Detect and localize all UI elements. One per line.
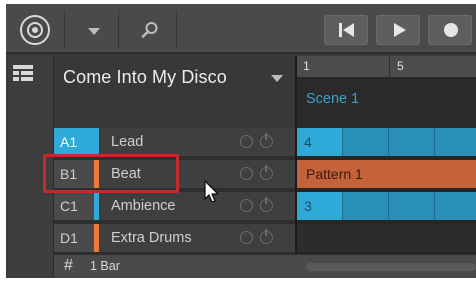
pattern-label: Pattern 1 bbox=[306, 166, 363, 182]
project-title: Come Into My Disco bbox=[63, 67, 227, 87]
sound-row-d1[interactable]: D1 Extra Drums bbox=[54, 224, 295, 254]
toolbar-divider bbox=[64, 10, 65, 48]
pattern-lane-c1[interactable]: 3 bbox=[297, 192, 476, 220]
chevron-down-icon[interactable] bbox=[88, 28, 100, 35]
slot-label: A1 bbox=[54, 128, 94, 156]
play-button[interactable] bbox=[376, 15, 420, 45]
pattern-cell[interactable] bbox=[343, 128, 389, 156]
pattern-cell[interactable] bbox=[435, 192, 476, 220]
timeline-ruler[interactable]: 1 5 bbox=[297, 56, 476, 78]
color-strip bbox=[94, 128, 99, 156]
pattern-label: 3 bbox=[304, 198, 312, 214]
power-icon[interactable] bbox=[260, 133, 273, 148]
slot-label: C1 bbox=[54, 192, 94, 220]
power-icon[interactable] bbox=[260, 165, 273, 180]
pattern-cell[interactable]: 3 bbox=[297, 192, 343, 220]
ruler-mark: 1 bbox=[303, 59, 310, 73]
knob-icon[interactable] bbox=[240, 199, 253, 212]
cursor-icon bbox=[204, 180, 219, 203]
sound-row-c1[interactable]: C1 Ambience bbox=[54, 192, 295, 222]
sound-name: Lead bbox=[111, 134, 144, 150]
toolbar-divider bbox=[176, 10, 177, 48]
toolbar-divider bbox=[118, 10, 119, 48]
pattern-cell[interactable] bbox=[389, 192, 435, 220]
ruler-tick bbox=[389, 56, 390, 78]
highlight-box bbox=[43, 154, 179, 193]
bottom-bar: # 1 Bar bbox=[54, 254, 476, 278]
skip-back-icon bbox=[339, 23, 354, 37]
grid-value[interactable]: 1 Bar bbox=[90, 259, 120, 273]
knob-icon[interactable] bbox=[240, 231, 253, 244]
ruler-mark: 5 bbox=[397, 59, 404, 73]
color-strip bbox=[94, 192, 99, 220]
scene-row[interactable]: Scene 1 bbox=[297, 79, 476, 128]
horizontal-scrollbar[interactable] bbox=[306, 263, 476, 271]
logo-icon[interactable] bbox=[20, 15, 50, 45]
record-button[interactable] bbox=[428, 15, 472, 45]
power-icon[interactable] bbox=[260, 197, 273, 212]
pattern-cell[interactable] bbox=[435, 128, 476, 156]
pattern-lane-d1[interactable] bbox=[297, 224, 476, 252]
pattern-lane-a1[interactable]: 4 bbox=[297, 128, 476, 156]
toolbar bbox=[6, 4, 476, 54]
color-strip bbox=[94, 224, 99, 252]
search-icon[interactable] bbox=[141, 21, 159, 39]
knob-icon[interactable] bbox=[240, 135, 253, 148]
pattern-cell[interactable] bbox=[343, 192, 389, 220]
record-icon bbox=[444, 23, 458, 37]
skip-back-button[interactable] bbox=[324, 15, 368, 45]
pattern-cell[interactable] bbox=[389, 128, 435, 156]
play-icon bbox=[394, 23, 406, 37]
power-icon[interactable] bbox=[260, 229, 273, 244]
project-header[interactable]: Come Into My Disco bbox=[54, 56, 295, 128]
pattern-label: 4 bbox=[304, 134, 312, 150]
pattern-cell[interactable]: 4 bbox=[297, 128, 343, 156]
sound-name: Ambience bbox=[111, 198, 176, 214]
pattern-lane-b1[interactable]: Pattern 1 bbox=[297, 160, 476, 188]
knob-icon[interactable] bbox=[240, 167, 253, 180]
scene-label: Scene 1 bbox=[306, 91, 360, 107]
maschine-window: Come Into My Disco A1 Lead B1 Beat C1 Am… bbox=[6, 4, 476, 278]
sound-name: Extra Drums bbox=[111, 230, 192, 246]
arranger: 1 5 Scene 1 4 Pattern 1 3 bbox=[295, 56, 476, 278]
list-view-icon[interactable] bbox=[13, 65, 33, 81]
slot-label: D1 bbox=[54, 224, 94, 252]
chevron-down-icon[interactable] bbox=[271, 75, 283, 82]
grid-icon[interactable]: # bbox=[64, 257, 73, 275]
